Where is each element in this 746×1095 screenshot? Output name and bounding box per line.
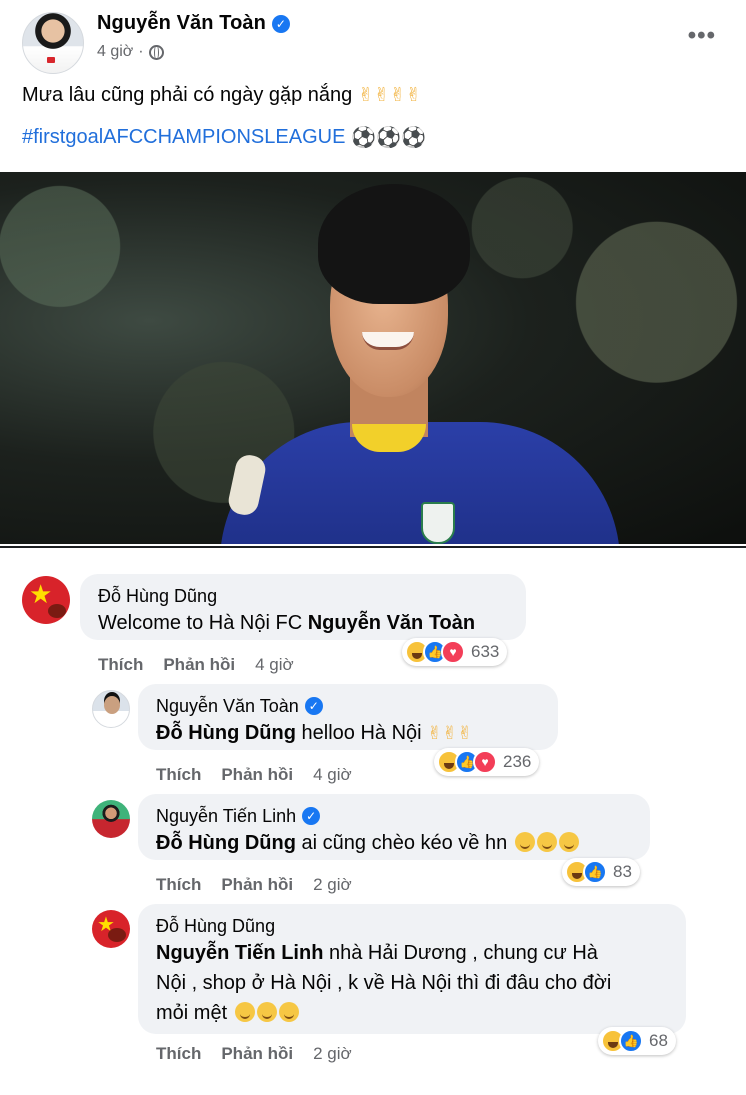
reply-button[interactable]: Phản hồi (221, 1044, 293, 1064)
reaction-summary[interactable]: 👍 ♥ 633 (402, 638, 508, 666)
comment-bubble: Nguyễn Tiến Linh ✓ Đỗ Hùng Dũng ai cũng c… (138, 794, 650, 860)
comment-author-name[interactable]: Đỗ Hùng Dũng (156, 916, 275, 937)
comment-actions: Thích Phản hồi 2 giờ (156, 875, 352, 895)
reply-button[interactable]: Phản hồi (221, 765, 293, 785)
commenter-avatar[interactable] (22, 576, 70, 624)
reply-button[interactable]: Phản hồi (163, 655, 235, 675)
comment-text: Nguyễn Tiến Linh nhà Hải Dương , chung c… (156, 938, 670, 1028)
unamused-face-icon (514, 832, 535, 852)
love-reaction-icon: ♥ (441, 640, 465, 664)
like-reaction-icon: 👍 (619, 1029, 643, 1053)
mention-link[interactable]: Nguyễn Văn Toàn (308, 612, 475, 634)
comment-author[interactable]: Nguyễn Văn Toàn ✓ (156, 694, 542, 718)
rofl-face-icon (278, 1002, 299, 1022)
comment-text: Đỗ Hùng Dũng ai cũng chèo kéo về hn (156, 828, 634, 858)
victory-hand-icon: ✌✌✌✌ (357, 85, 422, 106)
love-reaction-icon: ♥ (473, 750, 497, 774)
comment-text-body: ai cũng chèo kéo về hn (295, 832, 513, 854)
comment-text-body: helloo Hà Nội (295, 722, 428, 744)
comment-actions: Thích Phản hồi 2 giờ (156, 1044, 352, 1064)
like-button[interactable]: Thích (156, 765, 201, 785)
unamused-face-icon (558, 832, 579, 852)
comment-line-2: Nội , shop ở Hà Nội , k về Hà Nội thì đi… (156, 972, 612, 994)
author-avatar[interactable] (22, 12, 84, 74)
post-text-body: Mưa lâu cũng phải có ngày gặp nắng (22, 84, 353, 106)
section-divider (0, 546, 746, 548)
comment-time[interactable]: 2 giờ (313, 1044, 352, 1064)
hashtag-row: #firstgoalAFCCHAMPIONSLEAGUE ⚽⚽⚽ (22, 125, 426, 150)
player-hair (318, 184, 470, 304)
comment-text-body: mỏi mệt (156, 1002, 233, 1024)
mention-link[interactable]: Đỗ Hùng Dũng (156, 722, 296, 744)
comment-actions: Thích Phản hồi 4 giờ (98, 655, 294, 675)
like-button[interactable]: Thích (156, 875, 201, 895)
soccer-ball-icon: ⚽⚽⚽ (351, 127, 427, 149)
comment-text: Đỗ Hùng Dũng helloo Hà Nội ✌✌✌ (156, 718, 542, 748)
post-time[interactable]: 4 giờ (97, 43, 133, 61)
comment-author[interactable]: Đỗ Hùng Dũng (156, 914, 670, 938)
verified-badge-icon: ✓ (304, 697, 323, 715)
comment-time[interactable]: 4 giờ (255, 655, 294, 675)
reaction-summary[interactable]: 👍 83 (562, 858, 640, 886)
reaction-summary[interactable]: 👍 ♥ 236 (434, 748, 540, 776)
commenter-avatar[interactable] (92, 800, 130, 838)
reaction-count: 236 (503, 752, 532, 771)
comment-time[interactable]: 4 giờ (313, 765, 352, 785)
reaction-count: 68 (649, 1031, 668, 1050)
verified-badge-icon: ✓ (302, 807, 321, 825)
comment-time[interactable]: 2 giờ (313, 875, 352, 895)
comment-bubble: Nguyễn Văn Toàn ✓ Đỗ Hùng Dũng helloo Hà … (138, 684, 558, 750)
rofl-face-icon (234, 1002, 255, 1022)
comment-text: Welcome to Hà Nội FC Nguyễn Văn Toàn (98, 608, 510, 638)
comment-author-name[interactable]: Nguyễn Tiến Linh (156, 806, 296, 827)
comment-bubble: Đỗ Hùng Dũng Nguyễn Tiến Linh nhà Hải Dư… (138, 904, 686, 1034)
author-row: Nguyễn Văn Toàn ✓ (97, 12, 290, 35)
post-meta: 4 giờ · (97, 43, 164, 61)
reply-button[interactable]: Phản hồi (221, 875, 293, 895)
post-photo[interactable] (0, 172, 746, 544)
comment-text-body: nhà Hải Dương , chung cư Hà (323, 942, 598, 964)
victory-hand-icon: ✌✌✌ (427, 723, 473, 743)
separator-dot: · (138, 43, 144, 60)
comment-text-body: Welcome to Hà Nội FC (98, 612, 308, 634)
verified-badge-icon: ✓ (271, 14, 290, 33)
comment-actions: Thích Phản hồi 4 giờ (156, 765, 352, 785)
rofl-face-icon (256, 1002, 277, 1022)
comment-author-name[interactable]: Nguyễn Văn Toàn (156, 696, 299, 717)
reaction-count: 83 (613, 862, 632, 881)
commenter-avatar[interactable] (92, 910, 130, 948)
comment-line-3: mỏi mệt (156, 998, 670, 1028)
post-header: Nguyễn Văn Toàn ✓ 4 giờ · ••• (0, 0, 746, 78)
club-crest (421, 502, 455, 544)
author-name[interactable]: Nguyễn Văn Toàn (97, 12, 266, 35)
reaction-summary[interactable]: 👍 68 (598, 1027, 676, 1055)
mention-link[interactable]: Đỗ Hùng Dũng (156, 832, 296, 854)
like-button[interactable]: Thích (156, 1044, 201, 1064)
commenter-avatar[interactable] (92, 690, 130, 728)
reaction-count: 633 (471, 642, 500, 661)
like-reaction-icon: 👍 (583, 860, 607, 884)
hashtag-link[interactable]: #firstgoalAFCCHAMPIONSLEAGUE (22, 126, 345, 149)
mention-link[interactable]: Nguyễn Tiến Linh (156, 942, 323, 964)
comment-author-name[interactable]: Đỗ Hùng Dũng (98, 586, 217, 607)
comment-author[interactable]: Đỗ Hùng Dũng (98, 584, 510, 608)
comment-bubble: Đỗ Hùng Dũng Welcome to Hà Nội FC Nguyễn… (80, 574, 526, 640)
more-options-icon[interactable]: ••• (688, 24, 716, 48)
unamused-face-icon (536, 832, 557, 852)
comment-line-1: Nguyễn Tiến Linh nhà Hải Dương , chung c… (156, 938, 670, 968)
post-text: Mưa lâu cũng phải có ngày gặp nắng ✌✌✌✌ (22, 84, 422, 107)
comment-author[interactable]: Nguyễn Tiến Linh ✓ (156, 804, 634, 828)
globe-icon[interactable] (148, 44, 164, 60)
like-button[interactable]: Thích (98, 655, 143, 675)
